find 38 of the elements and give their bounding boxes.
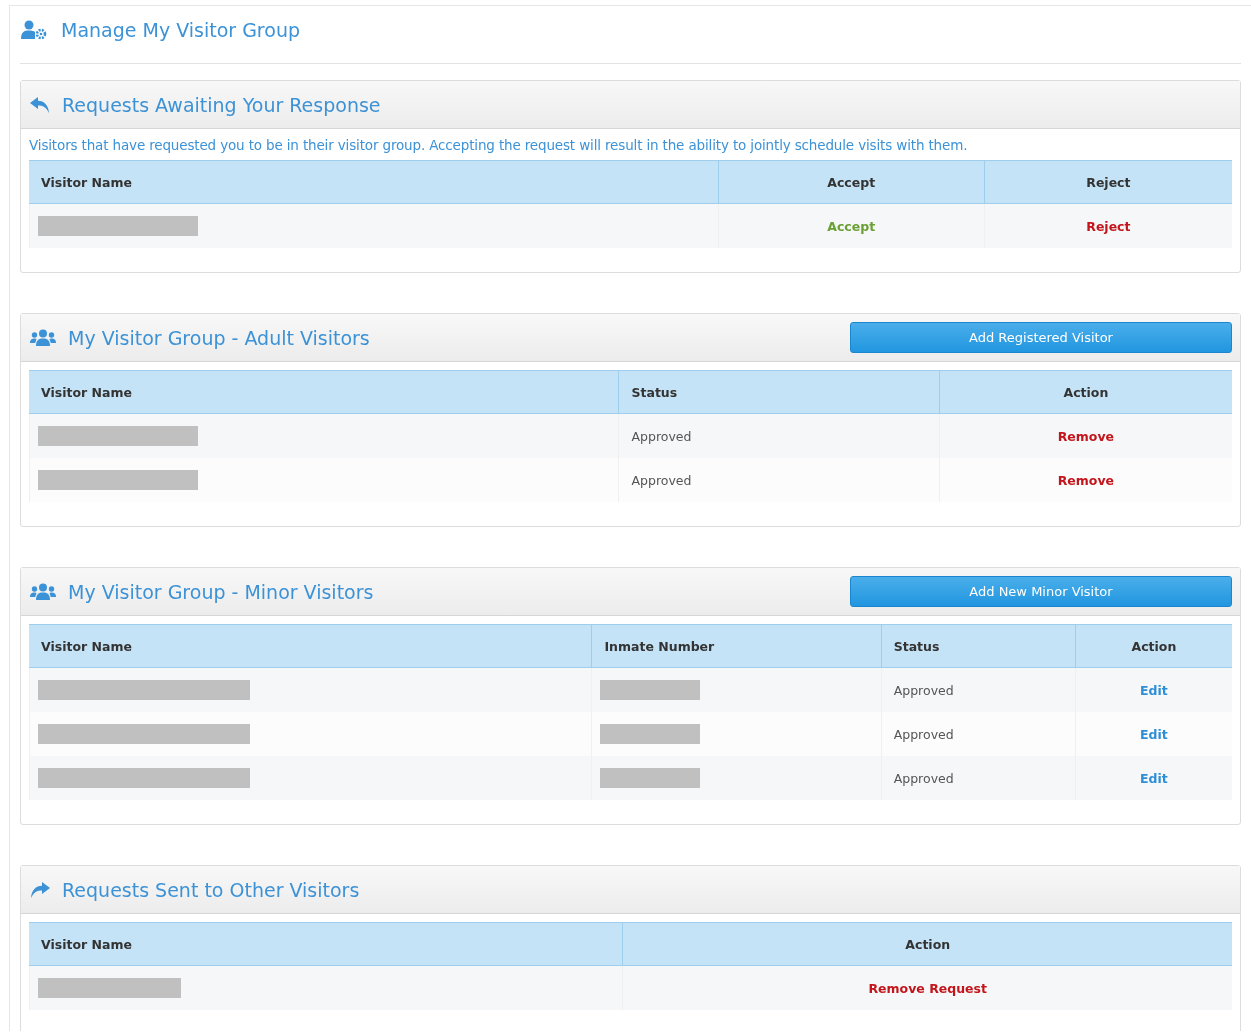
column-header: Status <box>880 624 1075 668</box>
column-header: Reject <box>983 160 1232 204</box>
status-text: Approved <box>630 472 692 488</box>
action-link[interactable]: Remove Request <box>868 980 987 996</box>
action-link[interactable]: Accept <box>827 218 876 234</box>
add-visitor-button[interactable]: Add Registered Visitor <box>850 322 1232 353</box>
column-header: Visitor Name <box>29 370 619 414</box>
status-text: Approved <box>892 726 954 742</box>
section-title: My Visitor Group - Minor Visitors <box>68 580 375 603</box>
column-header: Inmate Number <box>591 624 881 668</box>
column-header: Visitor Name <box>29 624 592 668</box>
add-visitor-button[interactable]: Add New Minor Visitor <box>850 576 1232 607</box>
column-header: Status <box>618 370 939 414</box>
section-description: Visitors that have requested you to be in their visitor group. Accepting the request will result in the ability to jointly schedule visits with them. <box>29 137 969 153</box>
status-text: Approved <box>630 428 692 444</box>
users-icon <box>30 582 56 601</box>
action-link[interactable]: Remove <box>1057 472 1115 488</box>
section-title: My Visitor Group - Adult Visitors <box>68 326 371 349</box>
section-title: Requests Awaiting Your Response <box>62 93 382 116</box>
reply-arrow-icon <box>30 96 50 113</box>
action-link[interactable]: Reject <box>1086 218 1131 234</box>
status-text: Approved <box>892 682 954 698</box>
column-header: Action <box>622 922 1232 966</box>
status-text: Approved <box>892 770 954 786</box>
share-arrow-icon <box>30 881 50 898</box>
action-link[interactable]: Edit <box>1140 770 1168 786</box>
column-header: Action <box>938 370 1232 414</box>
column-header: Visitor Name <box>29 160 718 204</box>
section-title: Requests Sent to Other Visitors <box>62 878 361 901</box>
users-icon <box>30 328 56 347</box>
column-header: Action <box>1074 624 1232 668</box>
column-header: Visitor Name <box>29 922 623 966</box>
action-link[interactable]: Edit <box>1140 682 1168 698</box>
action-link[interactable]: Remove <box>1057 428 1115 444</box>
column-header: Accept <box>717 160 984 204</box>
action-link[interactable]: Edit <box>1140 726 1168 742</box>
user-gear-icon <box>21 19 47 40</box>
page-title: Manage My Visitor Group <box>61 18 300 41</box>
